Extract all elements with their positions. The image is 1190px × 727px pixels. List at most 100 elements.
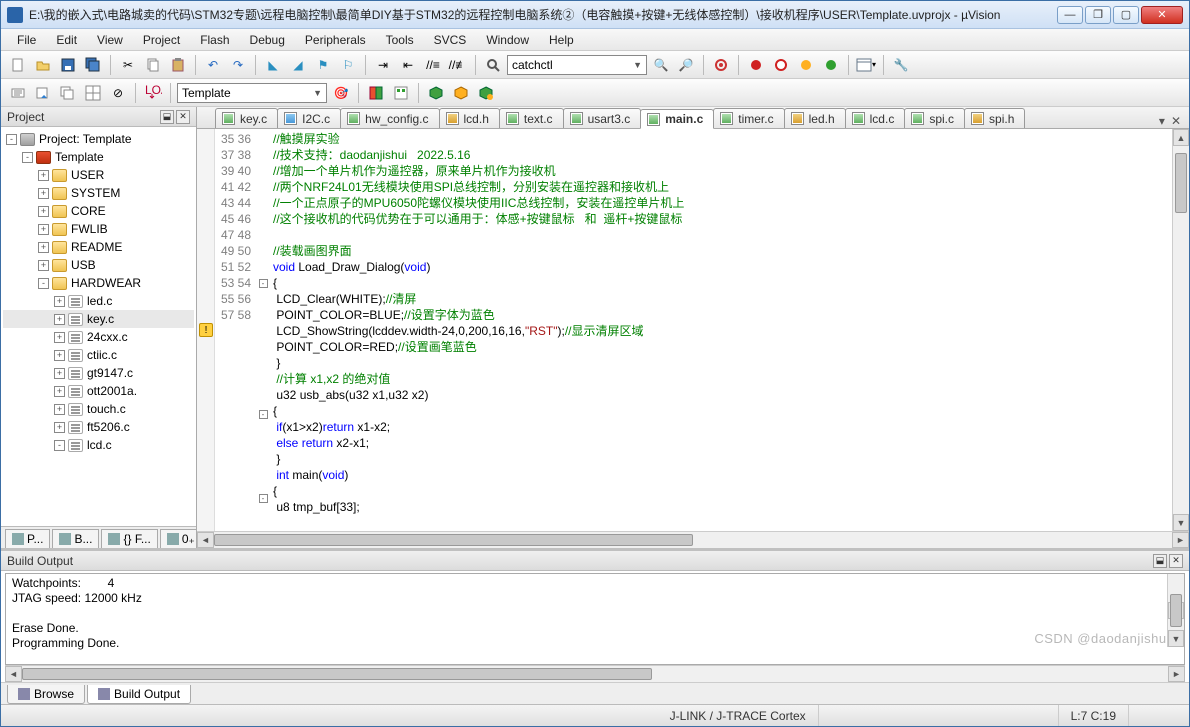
indent-icon[interactable]: ⇥ [372, 54, 394, 76]
save-icon[interactable] [57, 54, 79, 76]
project-tab[interactable]: B... [52, 529, 99, 548]
tab-close-icon[interactable]: ✕ [1171, 114, 1181, 128]
tree-item[interactable]: +key.c [3, 310, 194, 328]
books-icon[interactable] [475, 82, 497, 104]
menu-window[interactable]: Window [478, 31, 537, 49]
bookmark-prev-icon[interactable]: ◣ [262, 54, 284, 76]
tree-item[interactable]: +USB [3, 256, 194, 274]
find-combo[interactable]: catchctl▼ [507, 55, 647, 75]
incremental-find-icon[interactable]: 🔎 [675, 54, 697, 76]
stop-build-icon[interactable]: ⊘ [107, 82, 129, 104]
project-tab[interactable]: P... [5, 529, 50, 548]
uncomment-icon[interactable]: //≢ [447, 54, 469, 76]
manage-icon[interactable] [390, 82, 412, 104]
file-tab[interactable]: text.c [499, 108, 564, 128]
comment-icon[interactable]: //≡ [422, 54, 444, 76]
batch-build-icon[interactable] [82, 82, 104, 104]
save-all-icon[interactable] [82, 54, 104, 76]
rte-icon[interactable] [450, 82, 472, 104]
menu-debug[interactable]: Debug [242, 31, 293, 49]
restore-button[interactable]: ❐ [1085, 6, 1111, 24]
close-button[interactable]: ✕ [1141, 6, 1183, 24]
menu-view[interactable]: View [89, 31, 131, 49]
hscroll-thumb[interactable] [214, 534, 693, 546]
build-tab[interactable]: Build Output [87, 685, 191, 704]
tree-item[interactable]: +24cxx.c [3, 328, 194, 346]
horizontal-scrollbar[interactable]: ◄ ► [197, 531, 1189, 548]
maximize-button[interactable]: ▢ [1113, 6, 1139, 24]
menu-tools[interactable]: Tools [378, 31, 422, 49]
find-icon[interactable] [482, 54, 504, 76]
scroll-thumb[interactable] [1175, 153, 1187, 213]
file-tab[interactable]: timer.c [713, 108, 784, 128]
tree-item[interactable]: +ott2001a. [3, 382, 194, 400]
paste-icon[interactable] [167, 54, 189, 76]
open-file-icon[interactable] [32, 54, 54, 76]
vertical-scrollbar[interactable]: ▲ ▼ [1172, 129, 1189, 531]
tree-item[interactable]: -lcd.c [3, 436, 194, 454]
pack-installer-icon[interactable] [425, 82, 447, 104]
find-in-files-icon[interactable]: 🔍 [650, 54, 672, 76]
breakpoint-kill-icon[interactable] [795, 54, 817, 76]
menu-peripherals[interactable]: Peripherals [297, 31, 374, 49]
tree-item[interactable]: +FWLIB [3, 220, 194, 238]
pane-close-icon[interactable]: ✕ [176, 110, 190, 124]
file-tab[interactable]: lcd.h [439, 108, 500, 128]
build-vscroll[interactable]: ▲▼ [1167, 574, 1184, 647]
undo-icon[interactable]: ↶ [202, 54, 224, 76]
scroll-right-icon[interactable]: ► [1172, 532, 1189, 548]
file-tab[interactable]: lcd.c [845, 108, 906, 128]
target-options-icon[interactable]: 🎯 [330, 82, 352, 104]
file-tab[interactable]: I2C.c [277, 108, 341, 128]
file-tab[interactable]: usart3.c [563, 108, 642, 128]
menu-edit[interactable]: Edit [48, 31, 85, 49]
bookmark-next-icon[interactable]: ◢ [287, 54, 309, 76]
scroll-up-icon[interactable]: ▲ [1173, 129, 1189, 146]
tree-item[interactable]: -Template [3, 148, 194, 166]
outdent-icon[interactable]: ⇤ [397, 54, 419, 76]
breakpoint-enable-icon[interactable] [820, 54, 842, 76]
menu-help[interactable]: Help [541, 31, 582, 49]
cut-icon[interactable]: ✂ [117, 54, 139, 76]
rebuild-icon[interactable] [57, 82, 79, 104]
tree-item[interactable]: +led.c [3, 292, 194, 310]
build-close-icon[interactable]: ✕ [1169, 554, 1183, 568]
configure-icon[interactable]: 🔧 [890, 54, 912, 76]
build-icon[interactable] [32, 82, 54, 104]
menu-flash[interactable]: Flash [192, 31, 237, 49]
translate-icon[interactable] [7, 82, 29, 104]
tree-item[interactable]: -Project: Template [3, 130, 194, 148]
build-pin-icon[interactable]: ⬓ [1153, 554, 1167, 568]
bookmark-toggle-icon[interactable]: ⚑ [312, 54, 334, 76]
download-icon[interactable]: LOAD [142, 82, 164, 104]
code-area[interactable]: //触摸屏实验 //技术支持：daodanjishui 2022.5.16 //… [269, 129, 1172, 531]
bookmark-clear-icon[interactable]: ⚐ [337, 54, 359, 76]
pane-pin-icon[interactable]: ⬓ [160, 110, 174, 124]
tree-item[interactable]: +ctiic.c [3, 346, 194, 364]
target-combo[interactable]: Template▼ [177, 83, 327, 103]
file-ext-icon[interactable] [365, 82, 387, 104]
copy-icon[interactable] [142, 54, 164, 76]
file-tab[interactable]: spi.c [904, 108, 965, 128]
warning-marker-icon[interactable]: ! [199, 323, 213, 337]
redo-icon[interactable]: ↷ [227, 54, 249, 76]
file-tab[interactable]: spi.h [964, 108, 1025, 128]
scroll-left-icon[interactable]: ◄ [197, 532, 214, 548]
project-tab[interactable]: {} F... [101, 529, 157, 548]
project-tree[interactable]: -Project: Template-Template+USER+SYSTEM+… [1, 127, 196, 526]
menu-file[interactable]: File [9, 31, 44, 49]
file-tab[interactable]: led.h [784, 108, 846, 128]
tree-item[interactable]: +CORE [3, 202, 194, 220]
menu-svcs[interactable]: SVCS [426, 31, 475, 49]
menu-project[interactable]: Project [135, 31, 188, 49]
build-output-text[interactable]: Watchpoints: 4 JTAG speed: 12000 kHz Era… [5, 573, 1185, 665]
tree-item[interactable]: +README [3, 238, 194, 256]
file-tab[interactable]: key.c [215, 108, 278, 128]
project-tab[interactable]: 0₊ T... [160, 529, 196, 548]
file-tab[interactable]: hw_config.c [340, 108, 439, 128]
tab-menu-icon[interactable]: ▾ [1159, 114, 1165, 128]
window-layout-icon[interactable]: ▾ [855, 54, 877, 76]
tree-item[interactable]: +gt9147.c [3, 364, 194, 382]
build-hscroll[interactable]: ◄► [5, 665, 1185, 682]
breakpoint-insert-icon[interactable] [745, 54, 767, 76]
